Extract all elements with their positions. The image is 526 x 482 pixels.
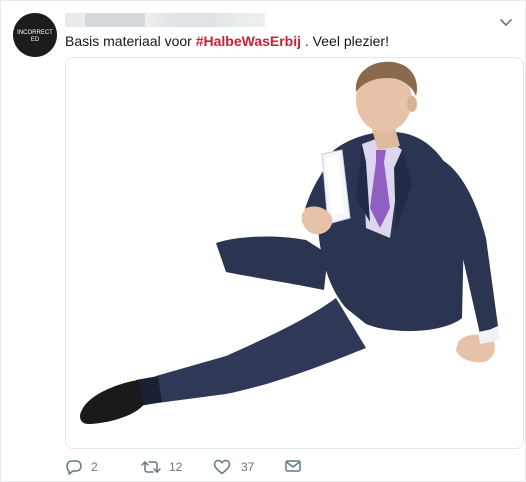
chevron-down-icon[interactable] [499, 15, 513, 26]
photo-man-in-suit [80, 61, 500, 424]
reply-button[interactable]: 2 [65, 459, 98, 475]
media-image[interactable] [65, 57, 524, 449]
tweet-text: Basis materiaal voor #HalbeWasErbij . Ve… [65, 32, 389, 50]
reply-icon [66, 460, 82, 475]
tweet-actions: 2 12 37 [65, 459, 505, 479]
like-button[interactable]: 37 [213, 459, 254, 475]
retweet-count: 12 [169, 460, 183, 474]
avatar-label-line2: ED [31, 37, 40, 43]
hashtag-link[interactable]: #HalbeWasErbij [196, 33, 301, 49]
avatar-logo-icon: INCORRECT ED [13, 13, 57, 57]
avatar[interactable]: INCORRECT ED [13, 13, 57, 57]
like-count: 37 [241, 460, 255, 474]
reply-count: 2 [91, 460, 98, 474]
tweet-card: INCORRECT ED Basis materiaal voor #Halbe… [0, 0, 526, 482]
redacted-username [65, 13, 265, 27]
heart-icon [213, 459, 231, 475]
retweet-icon [141, 461, 161, 473]
retweet-button[interactable]: 12 [141, 459, 182, 475]
tweet-text-after: . Veel plezier! [301, 33, 389, 49]
avatar-label-line1: INCORRECT [17, 30, 53, 36]
tweet-text-before: Basis materiaal voor [65, 33, 196, 49]
direct-message-button[interactable] [285, 459, 301, 473]
envelope-icon [285, 460, 301, 472]
